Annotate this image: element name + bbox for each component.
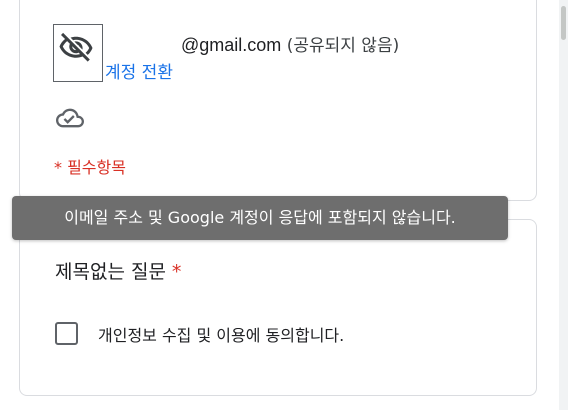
email-address: @gmail.com <box>181 35 282 55</box>
account-email: @gmail.com (공유되지 않음) <box>181 31 399 56</box>
consent-checkbox[interactable] <box>55 322 78 345</box>
cloud-done-icon <box>55 104 85 136</box>
eye-off-icon <box>59 32 93 62</box>
question-title-text: 제목없는 질문 <box>55 261 166 283</box>
toast-message: 이메일 주소 및 Google 계정이 응답에 포함되지 않습니다. <box>12 196 508 240</box>
avatar <box>53 24 103 82</box>
required-note: * 필수항목 <box>54 158 126 177</box>
required-mark: * <box>171 261 182 283</box>
consent-checkbox-label[interactable]: 개인정보 수집 및 이용에 동의합니다. <box>98 322 344 346</box>
question-card <box>19 219 537 396</box>
scrollbar-thumb[interactable] <box>561 6 566 40</box>
switch-account-link[interactable]: 계정 전환 <box>105 58 173 83</box>
share-note: (공유되지 않음) <box>286 36 400 56</box>
scrollbar-track[interactable] <box>559 0 568 410</box>
question-title: 제목없는 질문 * <box>55 257 181 284</box>
